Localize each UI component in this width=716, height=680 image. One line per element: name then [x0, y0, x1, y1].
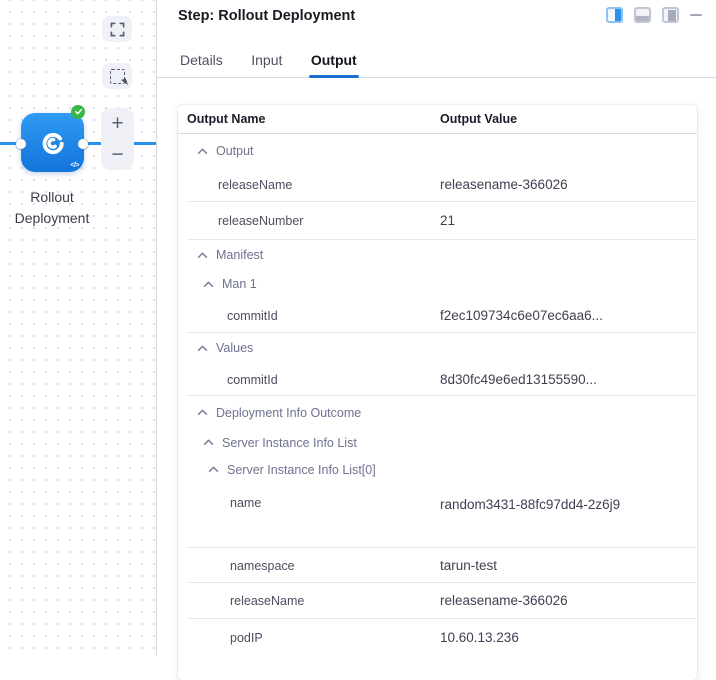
step-output-screen: </> Rollout Deployment + − Step: Rollout… [0, 0, 716, 656]
output-value: 21 [440, 207, 650, 235]
table-row: namespace tarun-test [178, 548, 697, 583]
minimize-icon[interactable] [690, 14, 702, 17]
group-row-output[interactable]: Output [178, 134, 697, 168]
group-row-manifest[interactable]: Manifest [178, 240, 697, 270]
output-value: 10.60.13.236 [440, 624, 650, 652]
output-value: 8d30fc49e6ed13155590... [440, 366, 650, 394]
zoom-in-button[interactable]: + [111, 114, 123, 134]
group-label: Values [216, 341, 253, 355]
right-pane-icon[interactable] [662, 7, 679, 23]
node-label: Rollout Deployment [0, 187, 104, 229]
step-details-panel: Step: Rollout Deployment Details Input O… [157, 0, 716, 656]
rollout-deployment-node[interactable]: </> [21, 113, 84, 172]
table-row: name random3431-88fc97dd4-2z6j9 [178, 483, 697, 548]
group-row-man-1[interactable]: Man 1 [178, 270, 697, 298]
chevron-up-icon[interactable] [197, 148, 208, 155]
success-badge [71, 105, 85, 119]
table-row: releaseNumber 21 [178, 202, 697, 240]
table-header-row: Output Name Output Value [178, 105, 697, 134]
output-value: releasename-366026 [440, 171, 650, 199]
chevron-up-icon[interactable] [197, 345, 208, 352]
table-row: commitId 8d30fc49e6ed13155590... [178, 363, 697, 396]
group-row-server-instance-info-list-0[interactable]: Server Instance Info List[0] [178, 456, 697, 483]
panel-header: Step: Rollout Deployment [157, 0, 716, 34]
group-row-values[interactable]: Values [178, 333, 697, 363]
column-header-output-value: Output Value [440, 112, 517, 126]
tab-output[interactable]: Output [309, 47, 359, 77]
chevron-up-icon[interactable] [203, 439, 214, 446]
group-label: Man 1 [222, 277, 257, 291]
output-name: commitId [178, 309, 440, 323]
output-name: name [178, 490, 440, 511]
output-name: namespace [178, 559, 440, 573]
group-label: Output [216, 144, 254, 158]
output-name: releaseName [178, 178, 440, 192]
output-name: releaseName [178, 594, 440, 608]
group-label: Manifest [216, 248, 263, 262]
panel-title: Step: Rollout Deployment [178, 8, 355, 24]
output-name: commitId [178, 373, 440, 387]
node-port-left[interactable] [16, 139, 26, 149]
marquee-select-icon [110, 69, 125, 84]
chevron-up-icon[interactable] [197, 409, 208, 416]
table-row: releaseName releasename-366026 [178, 583, 697, 619]
fullscreen-icon [110, 22, 125, 37]
zoom-out-button[interactable]: − [111, 145, 123, 165]
fullscreen-button[interactable] [102, 16, 132, 42]
tab-details[interactable]: Details [178, 47, 225, 77]
tab-input[interactable]: Input [249, 47, 284, 77]
output-value: tarun-test [440, 552, 650, 580]
output-name: releaseNumber [178, 214, 440, 228]
table-row: commitId f2ec109734c6e07ec6aa6... [178, 298, 697, 333]
column-header-output-name: Output Name [178, 112, 440, 126]
split-pane-icon[interactable] [606, 7, 623, 23]
output-value: releasename-366026 [440, 587, 650, 615]
check-icon [74, 107, 83, 116]
output-name: podIP [178, 631, 440, 645]
output-table-card: Output Name Output Value Output releaseN… [178, 105, 697, 680]
group-label: Server Instance Info List[0] [227, 463, 376, 477]
rollout-step-icon [39, 129, 67, 157]
marquee-select-button[interactable] [102, 63, 132, 89]
group-row-server-instance-info-list[interactable]: Server Instance Info List [178, 429, 697, 456]
chevron-up-icon[interactable] [203, 281, 214, 288]
bottom-pane-icon[interactable] [634, 7, 651, 23]
table-row: releaseName releasename-366026 [178, 168, 697, 202]
group-label: Deployment Info Outcome [216, 406, 361, 420]
chevron-up-icon[interactable] [197, 252, 208, 259]
code-icon: </> [70, 162, 79, 169]
pipeline-canvas[interactable]: </> Rollout Deployment + − [0, 0, 156, 656]
panel-window-controls [606, 7, 702, 23]
output-value: f2ec109734c6e07ec6aa6... [440, 302, 650, 330]
output-value: random3431-88fc97dd4-2z6j9 [440, 490, 650, 519]
group-label: Server Instance Info List [222, 436, 357, 450]
table-row: podIP 10.60.13.236 [178, 619, 697, 657]
chevron-up-icon[interactable] [208, 466, 219, 473]
node-port-right[interactable] [78, 139, 88, 149]
group-row-deployment-info-outcome[interactable]: Deployment Info Outcome [178, 396, 697, 429]
zoom-controls: + − [101, 108, 134, 170]
tab-bar: Details Input Output [157, 47, 716, 78]
